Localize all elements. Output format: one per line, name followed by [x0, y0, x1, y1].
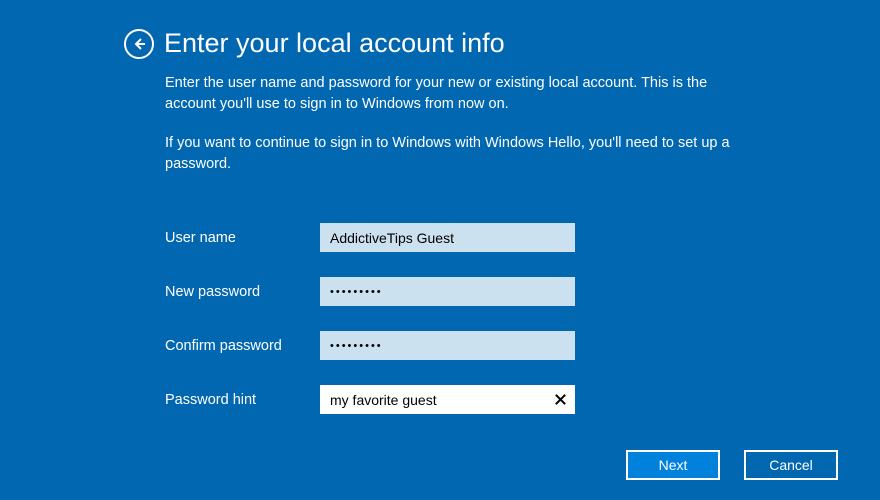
back-button[interactable]	[124, 29, 154, 59]
description-paragraph-1: Enter the user name and password for you…	[165, 73, 745, 115]
page-title: Enter your local account info	[164, 28, 505, 59]
cancel-button[interactable]: Cancel	[744, 450, 838, 480]
password-hint-input[interactable]	[320, 385, 575, 414]
password-hint-label: Password hint	[165, 392, 320, 408]
back-arrow-icon	[131, 36, 147, 52]
new-password-input[interactable]	[320, 277, 575, 306]
description-paragraph-2: If you want to continue to sign in to Wi…	[165, 133, 745, 175]
username-input[interactable]	[320, 223, 575, 252]
clear-hint-button[interactable]	[550, 390, 570, 410]
confirm-password-label: Confirm password	[165, 338, 320, 354]
username-label: User name	[165, 230, 320, 246]
next-button[interactable]: Next	[626, 450, 720, 480]
close-icon	[553, 392, 568, 407]
confirm-password-input[interactable]	[320, 331, 575, 360]
new-password-label: New password	[165, 284, 320, 300]
